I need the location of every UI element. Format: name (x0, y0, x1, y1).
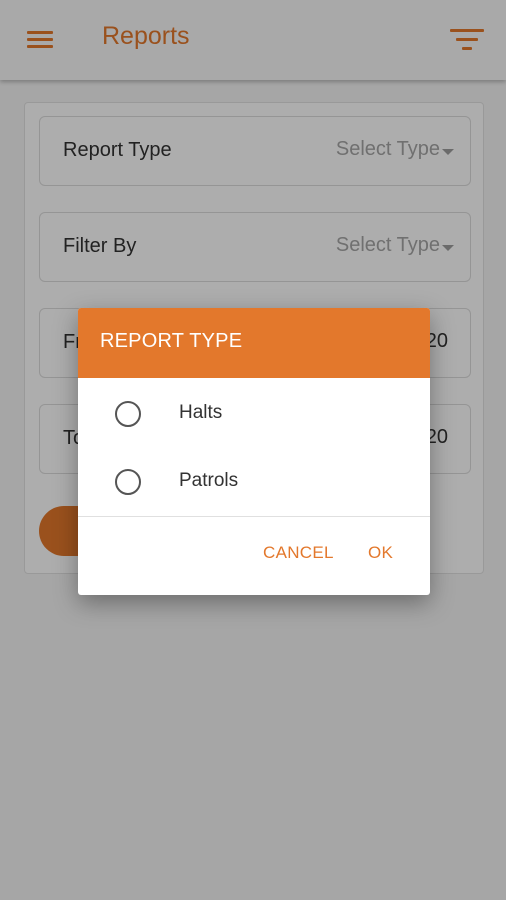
option-label: Halts (179, 402, 223, 423)
option-patrols[interactable]: Patrols (78, 452, 430, 512)
dialog-title: REPORT TYPE (100, 330, 243, 352)
report-type-dialog: REPORT TYPE Halts Patrols CANCEL OK (78, 308, 430, 595)
option-halts[interactable]: Halts (78, 384, 430, 444)
dialog-header: REPORT TYPE (78, 308, 430, 378)
cancel-button[interactable]: CANCEL (263, 543, 334, 563)
radio-unchecked-icon[interactable] (115, 469, 141, 495)
divider (78, 516, 430, 517)
radio-unchecked-icon[interactable] (115, 401, 141, 427)
ok-button[interactable]: OK (368, 543, 393, 563)
option-label: Patrols (179, 470, 239, 491)
